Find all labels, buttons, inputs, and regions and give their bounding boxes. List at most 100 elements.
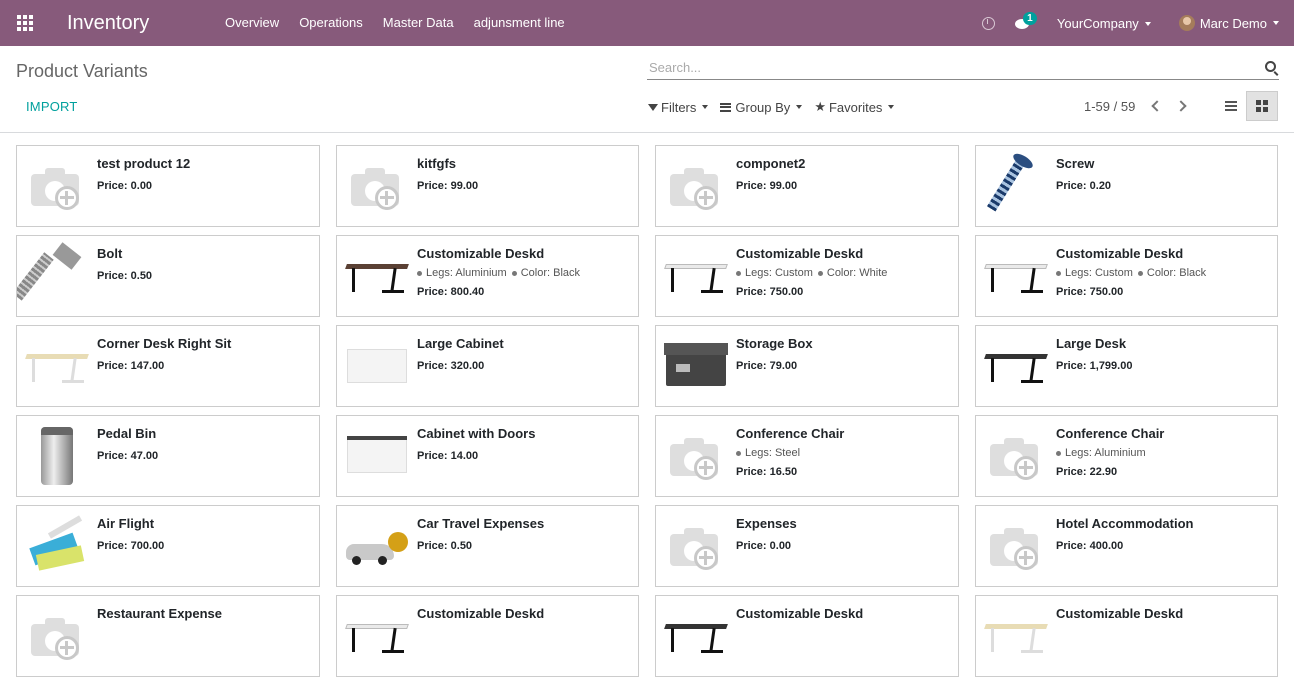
product-card[interactable]: Bolt Price: 0.50 (16, 235, 320, 317)
price-value: 400.00 (1089, 540, 1124, 552)
desk-image (664, 618, 728, 654)
price-value: 0.20 (1089, 180, 1112, 192)
product-image (664, 514, 728, 578)
apps-grid-icon (17, 15, 33, 31)
variant-attributes: Legs: Aluminium (1056, 447, 1271, 459)
product-card[interactable]: Car Travel Expenses Price: 0.50 (336, 505, 639, 587)
filters-label: Filters (661, 99, 697, 115)
product-card[interactable]: Customizable Deskd (336, 595, 639, 677)
product-price: Price: 750.00 (1056, 286, 1271, 298)
product-image (984, 334, 1048, 398)
kanban-grid-icon (1256, 100, 1268, 112)
product-price: Price: 47.00 (97, 450, 313, 462)
product-price: Price: 0.20 (1056, 180, 1271, 192)
product-name: Bolt (97, 246, 123, 261)
chevron-left-icon (1151, 100, 1163, 112)
price-value: 99.00 (450, 180, 479, 192)
kanban-view-button[interactable] (1246, 91, 1278, 121)
menu-item-operations[interactable]: Operations (289, 0, 373, 46)
product-card[interactable]: Customizable Deskd Legs: Custom Color: Whi… (655, 235, 959, 317)
product-card[interactable]: Pedal Bin Price: 47.00 (16, 415, 320, 497)
product-card[interactable]: Conference Chair Legs: Aluminium Price: 22… (975, 415, 1278, 497)
product-card[interactable]: Customizable Deskd Legs: Custom Color: Bla… (975, 235, 1278, 317)
activity-clock-icon[interactable] (981, 16, 995, 30)
favorites-dropdown[interactable]: ★ Favorites (814, 99, 895, 115)
product-price: Price: 750.00 (736, 286, 952, 298)
search-input[interactable] (647, 56, 1247, 78)
product-card[interactable]: Large Desk Price: 1,799.00 (975, 325, 1278, 407)
price-label: Price: (417, 180, 448, 192)
app-name[interactable]: Inventory (67, 12, 215, 35)
apps-menu-button[interactable] (0, 0, 50, 46)
product-image (25, 154, 89, 218)
product-card[interactable]: Air Flight Price: 700.00 (16, 505, 320, 587)
product-card[interactable]: kitfgfs Price: 99.00 (336, 145, 639, 227)
price-label: Price: (736, 360, 767, 372)
product-card[interactable]: Large Cabinet Price: 320.00 (336, 325, 639, 407)
variant-attributes: Legs: Custom Color: Black (1056, 267, 1271, 279)
product-card[interactable]: Screw Price: 0.20 (975, 145, 1278, 227)
product-card[interactable]: Restaurant Expense (16, 595, 320, 677)
product-card[interactable]: Customizable Deskd Legs: Aluminium Color: … (336, 235, 639, 317)
product-card[interactable]: Cabinet with Doors Price: 14.00 (336, 415, 639, 497)
messaging-chat-icon[interactable]: 1 (1014, 12, 1037, 29)
menu-item-overview[interactable]: Overview (215, 0, 289, 46)
attribute-value: Legs: Aluminium (1065, 447, 1146, 459)
price-value: 0.50 (130, 270, 153, 282)
attribute-value: Color: Black (1146, 267, 1207, 279)
bolt-image (17, 242, 85, 304)
pager-next-button[interactable] (1175, 99, 1187, 113)
product-card[interactable]: Hotel Accommodation Price: 400.00 (975, 505, 1278, 587)
menu-item-master-data[interactable]: Master Data (373, 0, 464, 46)
groupby-dropdown[interactable]: Group By (720, 99, 803, 115)
caret-down-icon (796, 105, 803, 109)
groupby-bars-icon (720, 102, 732, 112)
pager-previous-button[interactable] (1150, 99, 1163, 113)
company-switcher[interactable]: YourCompany (1057, 16, 1151, 31)
price-label: Price: (417, 286, 448, 298)
product-name: Conference Chair (1056, 426, 1165, 441)
import-button[interactable]: IMPORT (26, 99, 78, 114)
product-name: Customizable Deskd (417, 246, 545, 261)
product-card[interactable]: test product 12 Price: 0.00 (16, 145, 320, 227)
product-card[interactable]: Expenses Price: 0.00 (655, 505, 959, 587)
product-name: test product 12 (97, 156, 191, 171)
filters-dropdown[interactable]: Filters (648, 99, 709, 115)
price-value: 22.90 (1089, 466, 1118, 478)
product-price: Price: 99.00 (417, 180, 632, 192)
company-name: YourCompany (1056, 15, 1139, 31)
price-value: 320.00 (450, 360, 485, 372)
camera-placeholder-icon (990, 526, 1042, 570)
product-card[interactable]: Conference Chair Legs: Steel Price: 16.50 (655, 415, 959, 497)
pager-value[interactable]: 1-59 / 59 (1084, 99, 1135, 114)
price-label: Price: (1056, 180, 1087, 192)
price-value: 1,799.00 (1089, 360, 1133, 372)
attribute-value: Color: White (826, 267, 888, 279)
user-menu[interactable]: Marc Demo (1178, 15, 1279, 31)
product-card[interactable]: Corner Desk Right Sit Price: 147.00 (16, 325, 320, 407)
product-card[interactable]: Customizable Deskd (655, 595, 959, 677)
menu-item-adjustment-line[interactable]: adjunsment line (464, 0, 575, 46)
product-card[interactable]: Customizable Deskd (975, 595, 1278, 677)
product-price: Price: 0.50 (97, 270, 313, 282)
search-icon[interactable] (1265, 61, 1276, 72)
camera-placeholder-icon (670, 436, 722, 480)
product-card[interactable]: Storage Box Price: 79.00 (655, 325, 959, 407)
product-image (345, 604, 409, 668)
desk-image (984, 618, 1048, 654)
product-card[interactable]: componet2 Price: 99.00 (655, 145, 959, 227)
price-label: Price: (1056, 466, 1087, 478)
product-name: Cabinet with Doors (417, 426, 536, 441)
product-image (345, 154, 409, 218)
product-name: Car Travel Expenses (417, 516, 545, 531)
product-price: Price: 22.90 (1056, 466, 1271, 478)
air-flight-image (27, 515, 87, 574)
product-image (664, 334, 728, 398)
list-view-button[interactable] (1216, 91, 1246, 121)
product-name: Air Flight (97, 516, 155, 531)
product-image (984, 150, 1048, 218)
price-value: 0.50 (450, 540, 473, 552)
product-name: Storage Box (736, 336, 813, 351)
chevron-right-icon (1175, 100, 1187, 112)
camera-placeholder-icon (670, 166, 722, 210)
